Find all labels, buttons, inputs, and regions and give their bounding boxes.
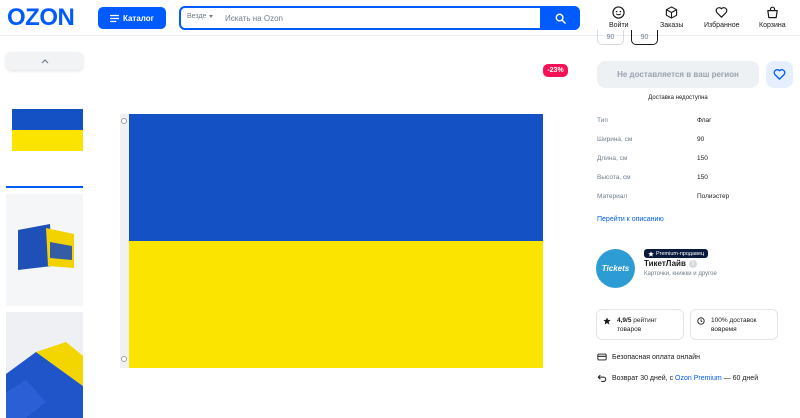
safe-payment-text: Безопасная оплата онлайн xyxy=(612,353,701,361)
premium-seller-badge: Premium-продавец xyxy=(644,249,709,258)
flag-yellow-stripe xyxy=(129,241,543,368)
clock-icon xyxy=(697,317,705,325)
search-input[interactable] xyxy=(225,10,525,26)
folded-flag-image xyxy=(6,194,83,306)
delivery-value: 100% xyxy=(711,317,728,324)
gallery-up-button[interactable] xyxy=(6,52,83,70)
star-icon xyxy=(648,250,654,257)
seller-name: ТикетЛайв xyxy=(644,259,686,268)
spec-key: Высота, см xyxy=(597,174,631,181)
thumbnail-flag-yellow xyxy=(12,130,83,151)
spec-key: Материал xyxy=(597,193,628,200)
return-text: Возврат 30 дней, с Ozon Premium — 60 дне… xyxy=(612,375,758,382)
login-label: Войти xyxy=(609,22,629,29)
thumbnail-gallery xyxy=(6,52,83,70)
site-header: OZON Каталог Везде Войти Заказы Избранно… xyxy=(0,0,800,36)
thumbnail-flag-blue xyxy=(12,109,83,130)
search-scope-label: Везде xyxy=(187,13,207,20)
spec-value: 150 xyxy=(697,155,708,162)
not-deliverable-button[interactable]: Не доставляется в ваш регион xyxy=(597,61,759,88)
grommet-top xyxy=(121,118,127,124)
catalog-label: Каталог xyxy=(123,13,154,23)
chevron-down-icon xyxy=(209,15,214,18)
size-option-selected[interactable]: 90 xyxy=(631,30,658,45)
return-arrow-icon xyxy=(597,374,607,382)
spec-value: 150 xyxy=(697,174,708,181)
spec-row: Ширина, см 90 xyxy=(597,136,797,146)
spec-value: 90 xyxy=(697,136,705,143)
user-icon xyxy=(612,6,625,19)
orders-link[interactable]: Заказы xyxy=(660,6,683,29)
search-button[interactable] xyxy=(540,6,580,30)
flag-sleeve xyxy=(120,114,129,368)
thumbnail-active-indicator xyxy=(6,186,83,188)
search-scope-select[interactable]: Везде xyxy=(187,13,214,20)
return-prefix: Возврат 30 дней, с xyxy=(612,374,674,382)
heart-icon xyxy=(715,7,728,18)
orders-label: Заказы xyxy=(660,22,684,29)
favorites-link[interactable]: Избранное xyxy=(704,6,739,29)
spec-value: Полиэстер xyxy=(697,193,730,200)
spec-row: Длина, см 150 xyxy=(597,155,797,165)
size-option[interactable]: 90 xyxy=(597,30,624,45)
thumbnail-3[interactable] xyxy=(6,312,83,418)
seller-delivery-card[interactable]: 100% доставок вовремя xyxy=(690,309,778,340)
thumbnail-2[interactable] xyxy=(6,194,83,306)
flag-closeup-image xyxy=(6,312,83,418)
safe-payment-perk: Безопасная оплата онлайн xyxy=(597,352,700,362)
rating-text: 4,9/5 рейтинг товаров xyxy=(617,316,679,334)
flag-blue-stripe xyxy=(129,114,543,241)
search-bar: Везде xyxy=(179,6,580,30)
seller-subtitle: Карточки, книжки и другое xyxy=(644,271,717,277)
main-product-image[interactable] xyxy=(129,114,543,368)
info-icon[interactable]: i xyxy=(688,259,697,268)
ozon-logo[interactable]: OZON xyxy=(7,6,75,30)
add-to-favorites-button[interactable] xyxy=(766,61,793,88)
premium-badge-label: Premium-продавец xyxy=(656,250,705,257)
spec-row: Материал Полиэстер xyxy=(597,193,797,203)
spec-row: Высота, см 150 xyxy=(597,174,797,184)
cart-icon xyxy=(767,6,778,19)
login-link[interactable]: Войти xyxy=(609,6,629,29)
catalog-button[interactable]: Каталог xyxy=(98,7,166,29)
ozon-premium-link[interactable]: Ozon Premium xyxy=(675,375,722,382)
spec-value: Флаг xyxy=(697,117,712,124)
spec-key: Длина, см xyxy=(597,155,628,162)
thumbnail-1[interactable] xyxy=(6,80,83,188)
discount-badge: -23% xyxy=(543,64,568,77)
cart-label: Корзина xyxy=(759,22,786,29)
go-to-description-link[interactable]: Перейти к описанию xyxy=(597,216,664,223)
seller-rating-card[interactable]: 4,9/5 рейтинг товаров xyxy=(596,309,684,340)
seller-logo[interactable]: Tickets xyxy=(596,249,635,288)
menu-icon xyxy=(110,14,119,22)
spec-key: Ширина, см xyxy=(597,136,633,143)
box-icon xyxy=(666,6,678,19)
delivery-text: 100% доставок вовремя xyxy=(711,316,773,334)
delivery-unavailable-note: Доставка недоступна xyxy=(648,95,708,101)
rating-value: 4,9/5 xyxy=(617,317,632,324)
search-icon xyxy=(555,13,566,24)
card-icon xyxy=(597,353,607,361)
grommet-bottom xyxy=(121,356,127,362)
chevron-up-icon xyxy=(41,59,48,64)
favorites-label: Избранное xyxy=(704,22,740,29)
return-suffix: — 60 дней xyxy=(723,374,759,382)
seller-name-link[interactable]: ТикетЛайв i xyxy=(644,259,697,268)
heart-icon xyxy=(773,69,786,80)
cart-link[interactable]: Корзина xyxy=(759,6,786,29)
spec-row: Тип Флаг xyxy=(597,117,797,127)
return-perk: Возврат 30 дней, с Ozon Premium — 60 дне… xyxy=(597,373,758,383)
spec-key: Тип xyxy=(597,117,608,124)
star-icon xyxy=(603,317,611,325)
